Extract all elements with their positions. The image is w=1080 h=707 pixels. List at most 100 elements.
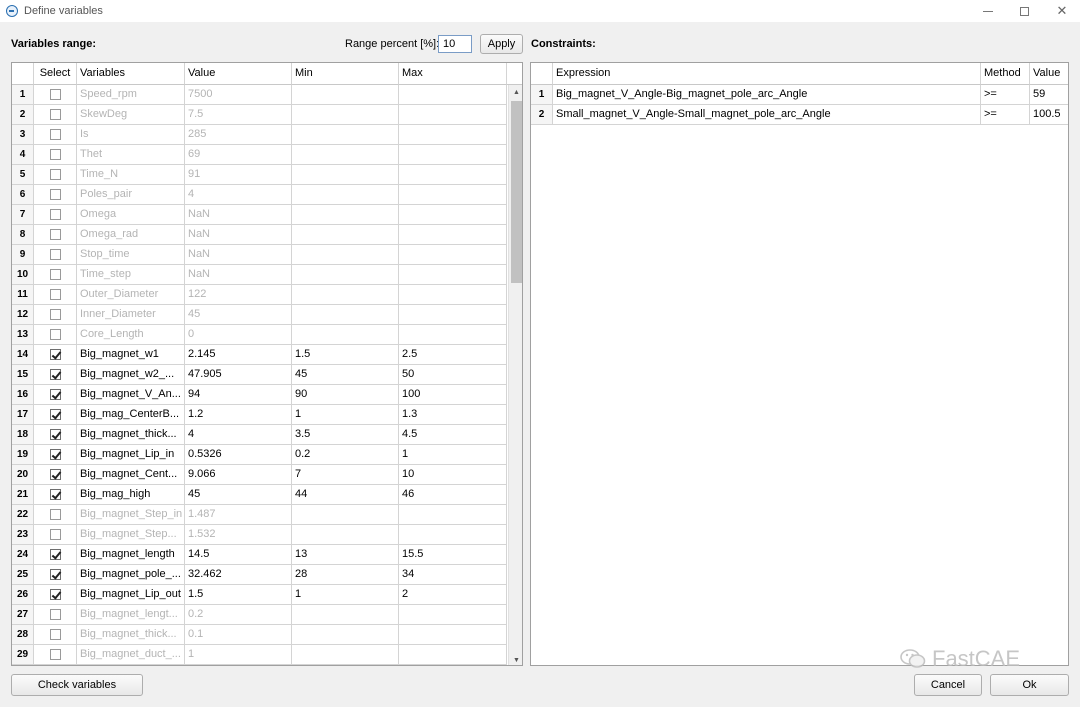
variable-name-cell[interactable]: Big_magnet_pole_... xyxy=(77,565,185,585)
max-cell[interactable]: 46 xyxy=(399,485,507,505)
col-header-method[interactable]: Method xyxy=(981,63,1030,85)
max-cell[interactable]: 100 xyxy=(399,385,507,405)
select-cell[interactable] xyxy=(34,145,77,165)
variable-name-cell[interactable]: Big_magnet_Step_in xyxy=(77,505,185,525)
select-checkbox[interactable] xyxy=(49,529,61,540)
variable-name-cell[interactable]: Thet xyxy=(77,145,185,165)
max-cell[interactable] xyxy=(399,505,507,525)
variable-name-cell[interactable]: Omega_rad xyxy=(77,225,185,245)
max-cell[interactable] xyxy=(399,105,507,125)
min-cell[interactable] xyxy=(292,285,399,305)
table-row[interactable]: 1 Speed_rpm 7500 xyxy=(12,85,522,105)
table-row[interactable]: 2 SkewDeg 7.5 xyxy=(12,105,522,125)
select-checkbox[interactable] xyxy=(49,89,61,100)
value-cell[interactable]: 0.1 xyxy=(185,625,292,645)
select-checkbox[interactable] xyxy=(49,309,61,320)
min-cell[interactable]: 1 xyxy=(292,585,399,605)
variable-name-cell[interactable]: Big_magnet_V_An... xyxy=(77,385,185,405)
variable-name-cell[interactable]: SkewDeg xyxy=(77,105,185,125)
value-cell[interactable]: NaN xyxy=(185,225,292,245)
close-button[interactable]: ✕ xyxy=(1042,0,1080,22)
check-variables-button[interactable]: Check variables xyxy=(11,674,143,696)
max-cell[interactable] xyxy=(399,245,507,265)
variable-name-cell[interactable]: Big_mag_CenterB... xyxy=(77,405,185,425)
scroll-up-arrow-icon[interactable]: ▲ xyxy=(509,85,522,99)
select-cell[interactable] xyxy=(34,545,77,565)
select-cell[interactable] xyxy=(34,105,77,125)
table-row[interactable]: 14 Big_magnet_w1 2.145 1.5 2.5 xyxy=(12,345,522,365)
table-row[interactable]: 20 Big_magnet_Cent... 9.066 7 10 xyxy=(12,465,522,485)
min-cell[interactable] xyxy=(292,645,399,665)
select-cell[interactable] xyxy=(34,385,77,405)
variable-name-cell[interactable]: Inner_Diameter xyxy=(77,305,185,325)
min-cell[interactable] xyxy=(292,185,399,205)
min-cell[interactable] xyxy=(292,625,399,645)
scroll-thumb[interactable] xyxy=(511,101,522,283)
max-cell[interactable] xyxy=(399,185,507,205)
table-row[interactable]: 10 Time_step NaN xyxy=(12,265,522,285)
apply-button[interactable]: Apply xyxy=(480,34,523,54)
min-cell[interactable] xyxy=(292,245,399,265)
expression-cell[interactable]: Big_magnet_V_Angle-Big_magnet_pole_arc_A… xyxy=(553,85,981,105)
max-cell[interactable] xyxy=(399,145,507,165)
table-row[interactable]: 28 Big_magnet_thick... 0.1 xyxy=(12,625,522,645)
variable-name-cell[interactable]: Big_magnet_lengt... xyxy=(77,605,185,625)
variable-name-cell[interactable]: Big_magnet_Step... xyxy=(77,525,185,545)
max-cell[interactable] xyxy=(399,125,507,145)
max-cell[interactable]: 10 xyxy=(399,465,507,485)
variable-name-cell[interactable]: Poles_pair xyxy=(77,185,185,205)
value-cell[interactable]: 122 xyxy=(185,285,292,305)
select-cell[interactable] xyxy=(34,125,77,145)
select-checkbox[interactable] xyxy=(49,449,61,460)
variable-name-cell[interactable]: Omega xyxy=(77,205,185,225)
expression-cell[interactable]: Small_magnet_V_Angle-Small_magnet_pole_a… xyxy=(553,105,981,125)
min-cell[interactable] xyxy=(292,125,399,145)
col-header-variables[interactable]: Variables xyxy=(77,63,185,85)
select-checkbox[interactable] xyxy=(49,409,61,420)
max-cell[interactable] xyxy=(399,305,507,325)
table-row[interactable]: 27 Big_magnet_lengt... 0.2 xyxy=(12,605,522,625)
select-checkbox[interactable] xyxy=(49,269,61,280)
min-cell[interactable]: 1 xyxy=(292,405,399,425)
value-cell[interactable]: 0.5326 xyxy=(185,445,292,465)
variable-name-cell[interactable]: Big_magnet_Lip_in xyxy=(77,445,185,465)
select-cell[interactable] xyxy=(34,205,77,225)
select-cell[interactable] xyxy=(34,365,77,385)
select-checkbox[interactable] xyxy=(49,429,61,440)
value-cell[interactable]: 285 xyxy=(185,125,292,145)
select-cell[interactable] xyxy=(34,465,77,485)
min-cell[interactable] xyxy=(292,525,399,545)
constraint-value-cell[interactable]: 100.5 xyxy=(1030,105,1068,125)
select-checkbox[interactable] xyxy=(49,209,61,220)
min-cell[interactable] xyxy=(292,265,399,285)
minimize-button[interactable] xyxy=(968,0,1008,22)
cancel-button[interactable]: Cancel xyxy=(914,674,982,696)
value-cell[interactable]: 1.487 xyxy=(185,505,292,525)
value-cell[interactable]: 2.145 xyxy=(185,345,292,365)
col-header-constraint-value[interactable]: Value xyxy=(1030,63,1068,85)
select-cell[interactable] xyxy=(34,425,77,445)
table-row[interactable]: 5 Time_N 91 xyxy=(12,165,522,185)
value-cell[interactable]: 32.462 xyxy=(185,565,292,585)
max-cell[interactable] xyxy=(399,285,507,305)
value-cell[interactable]: 1 xyxy=(185,645,292,665)
ok-button[interactable]: Ok xyxy=(990,674,1069,696)
select-checkbox[interactable] xyxy=(49,649,61,660)
select-cell[interactable] xyxy=(34,185,77,205)
select-checkbox[interactable] xyxy=(49,289,61,300)
table-row[interactable]: 6 Poles_pair 4 xyxy=(12,185,522,205)
table-row[interactable]: 25 Big_magnet_pole_... 32.462 28 34 xyxy=(12,565,522,585)
select-checkbox[interactable] xyxy=(49,369,61,380)
variable-name-cell[interactable]: Big_mag_high xyxy=(77,485,185,505)
variable-name-cell[interactable]: Time_step xyxy=(77,265,185,285)
select-cell[interactable] xyxy=(34,165,77,185)
min-cell[interactable]: 45 xyxy=(292,365,399,385)
value-cell[interactable]: 9.066 xyxy=(185,465,292,485)
select-cell[interactable] xyxy=(34,645,77,665)
value-cell[interactable]: 0.2 xyxy=(185,605,292,625)
value-cell[interactable]: 47.905 xyxy=(185,365,292,385)
table-row[interactable]: 21 Big_mag_high 45 44 46 xyxy=(12,485,522,505)
variable-name-cell[interactable]: Big_magnet_Cent... xyxy=(77,465,185,485)
max-cell[interactable] xyxy=(399,225,507,245)
select-cell[interactable] xyxy=(34,565,77,585)
